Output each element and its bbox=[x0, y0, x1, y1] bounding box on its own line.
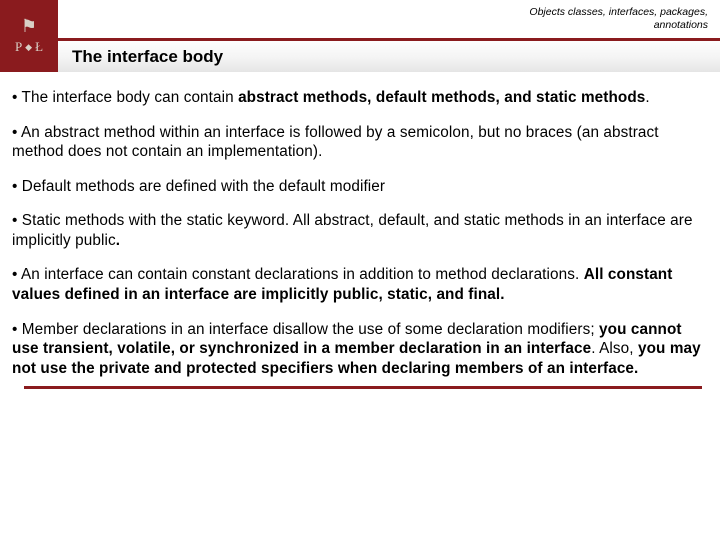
shield-icon: ◆ bbox=[25, 42, 32, 53]
breadcrumb: Objects classes, interfaces, packages, a… bbox=[529, 6, 708, 32]
logo-letter-l: Ł bbox=[35, 39, 43, 55]
bullet-1-bold: abstract methods, default methods, and s… bbox=[238, 89, 645, 106]
bullet-1-pre: • The interface body can contain bbox=[12, 89, 238, 106]
bullet-2: • An abstract method within an interface… bbox=[12, 123, 710, 162]
footer-rule bbox=[24, 386, 702, 389]
eagle-icon: ⚑ bbox=[21, 17, 37, 35]
bullet-1: • The interface body can contain abstrac… bbox=[12, 88, 710, 108]
bullet-6: • Member declarations in an interface di… bbox=[12, 320, 710, 379]
university-logo: ⚑ P ◆ Ł bbox=[0, 0, 58, 72]
slide-title: The interface body bbox=[72, 47, 223, 67]
bullet-4-pre: • Static methods with the static keyword… bbox=[12, 212, 693, 249]
bullet-6-pre: • Member declarations in an interface di… bbox=[12, 321, 599, 338]
slide-title-bar: The interface body bbox=[58, 41, 720, 72]
bullet-5-pre: • An interface can contain constant decl… bbox=[12, 266, 584, 283]
bullet-1-post: . bbox=[645, 89, 649, 106]
bullet-4-bold: . bbox=[116, 232, 120, 249]
bullet-2-text: • An abstract method within an interface… bbox=[12, 124, 659, 161]
breadcrumb-line2: annotations bbox=[529, 19, 708, 32]
bullet-4: • Static methods with the static keyword… bbox=[12, 211, 710, 250]
bullet-3: • Default methods are defined with the d… bbox=[12, 177, 710, 197]
bullet-5: • An interface can contain constant decl… bbox=[12, 265, 710, 304]
slide-header: ⚑ P ◆ Ł Objects classes, interfaces, pac… bbox=[0, 0, 720, 72]
slide-content: • The interface body can contain abstrac… bbox=[0, 72, 720, 389]
logo-letters: P ◆ Ł bbox=[15, 39, 43, 55]
breadcrumb-line1: Objects classes, interfaces, packages, bbox=[529, 6, 708, 19]
logo-letter-p: P bbox=[15, 39, 22, 55]
bullet-6-mid: . Also, bbox=[591, 340, 638, 357]
bullet-3-text: • Default methods are defined with the d… bbox=[12, 178, 385, 195]
